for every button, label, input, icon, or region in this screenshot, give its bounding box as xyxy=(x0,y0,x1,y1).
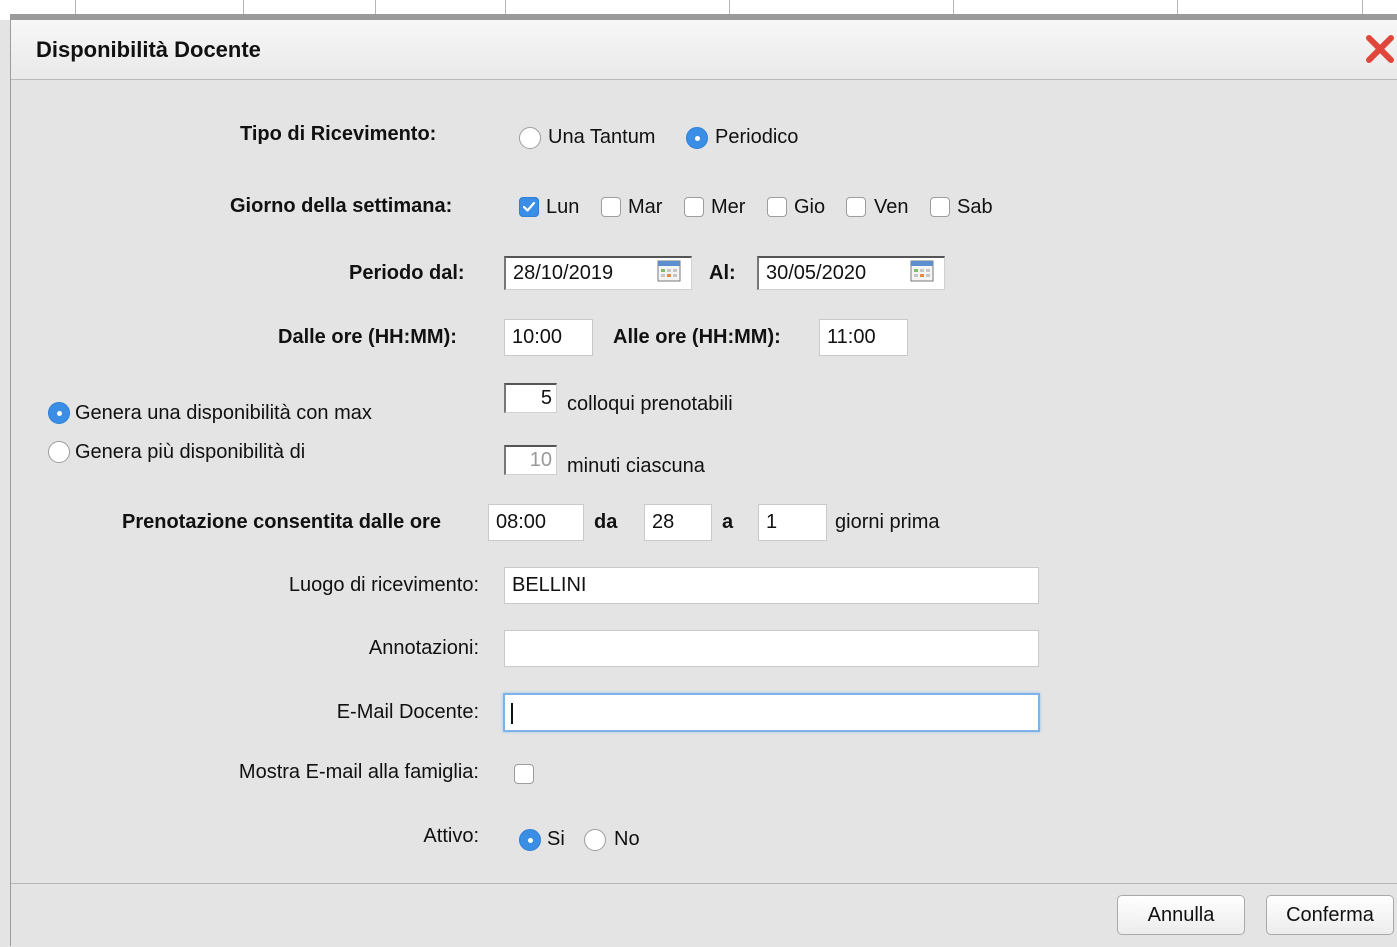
dialog-title: Disponibilità Docente xyxy=(36,37,261,62)
luogo-label: Luogo di ricevimento: xyxy=(288,574,479,596)
radio-genera-piu[interactable] xyxy=(48,441,70,463)
minuti-label: minuti ciascuna xyxy=(567,455,705,477)
calendar-icon[interactable] xyxy=(657,260,681,282)
prenotazione-label: Prenotazione consentita dalle ore xyxy=(122,511,441,533)
giorni-prima-label: giorni prima xyxy=(835,511,940,533)
column-divider xyxy=(75,0,76,14)
tipo-ricevimento-label: Tipo di Ricevimento: xyxy=(240,123,437,145)
checkbox-sab[interactable] xyxy=(930,197,950,217)
alle-ore-input[interactable] xyxy=(819,319,908,356)
column-divider xyxy=(729,0,730,14)
prenotazione-ore-input[interactable] xyxy=(488,504,584,541)
attivo-label: Attivo: xyxy=(423,825,479,847)
checkbox-mar[interactable] xyxy=(601,197,621,217)
radio-periodico[interactable] xyxy=(686,127,708,149)
giorno-settimana-label: Giorno della settimana: xyxy=(230,195,453,217)
background-table-strip xyxy=(0,0,1397,20)
a-giorni-input[interactable] xyxy=(758,504,827,541)
checkbox-gio[interactable] xyxy=(767,197,787,217)
radio-attivo-si[interactable] xyxy=(519,829,541,851)
column-divider xyxy=(505,0,506,14)
a-label: a xyxy=(722,511,734,533)
genera-max-label: Genera una disponibilità con max xyxy=(75,402,372,424)
conferma-button[interactable]: Conferma xyxy=(1266,895,1394,935)
luogo-input[interactable] xyxy=(504,567,1039,604)
checkbox-mar-label: Mar xyxy=(628,196,663,218)
checkbox-sab-label: Sab xyxy=(957,196,993,218)
column-divider xyxy=(1177,0,1178,14)
mostra-email-checkbox[interactable] xyxy=(514,764,534,784)
mostra-email-label: Mostra E-mail alla famiglia: xyxy=(238,761,479,783)
text-cursor xyxy=(511,703,513,724)
column-divider xyxy=(953,0,954,14)
close-icon[interactable] xyxy=(1364,31,1396,67)
checkbox-lun-label: Lun xyxy=(546,196,580,218)
radio-attivo-no-label: No xyxy=(614,828,640,850)
radio-una-tantum[interactable] xyxy=(519,127,541,149)
dalle-ore-label: Dalle ore (HH:MM): xyxy=(278,326,457,348)
calendar-icon[interactable] xyxy=(910,260,934,282)
checkbox-mer[interactable] xyxy=(684,197,704,217)
da-label: da xyxy=(594,511,618,533)
disponibilita-dialog: Disponibilità Docente Tipo di Riceviment… xyxy=(10,20,1397,947)
genera-piu-label: Genera più disponibilità di xyxy=(75,441,306,463)
annotazioni-label: Annotazioni: xyxy=(368,637,479,659)
alle-ore-label: Alle ore (HH:MM): xyxy=(613,326,781,348)
periodo-dal-label: Periodo dal: xyxy=(349,262,465,284)
dialog-footer: Annulla Conferma xyxy=(11,883,1397,947)
checkbox-mer-label: Mer xyxy=(711,196,746,218)
da-giorni-input[interactable] xyxy=(644,504,712,541)
email-label: E-Mail Docente: xyxy=(336,701,479,723)
radio-attivo-si-label: Si xyxy=(547,828,565,850)
radio-periodico-label: Periodico xyxy=(715,126,799,148)
annulla-button[interactable]: Annulla xyxy=(1117,895,1245,935)
column-divider xyxy=(243,0,244,14)
email-input[interactable] xyxy=(503,693,1040,732)
dalle-ore-input[interactable] xyxy=(504,319,593,356)
dialog-titlebar: Disponibilità Docente xyxy=(11,20,1397,80)
periodo-al-label: Al: xyxy=(709,262,736,284)
checkbox-gio-label: Gio xyxy=(794,196,826,218)
column-divider xyxy=(375,0,376,14)
annotazioni-input[interactable] xyxy=(504,630,1039,667)
checkbox-lun[interactable] xyxy=(519,197,539,217)
colloqui-label: colloqui prenotabili xyxy=(567,393,733,415)
minuti-input[interactable] xyxy=(504,445,557,475)
checkbox-ven[interactable] xyxy=(846,197,866,217)
checkbox-ven-label: Ven xyxy=(874,196,909,218)
radio-una-tantum-label: Una Tantum xyxy=(548,126,656,148)
radio-genera-max[interactable] xyxy=(48,402,70,424)
max-colloqui-input[interactable] xyxy=(504,383,557,413)
column-divider xyxy=(1362,0,1363,14)
radio-attivo-no[interactable] xyxy=(584,829,606,851)
